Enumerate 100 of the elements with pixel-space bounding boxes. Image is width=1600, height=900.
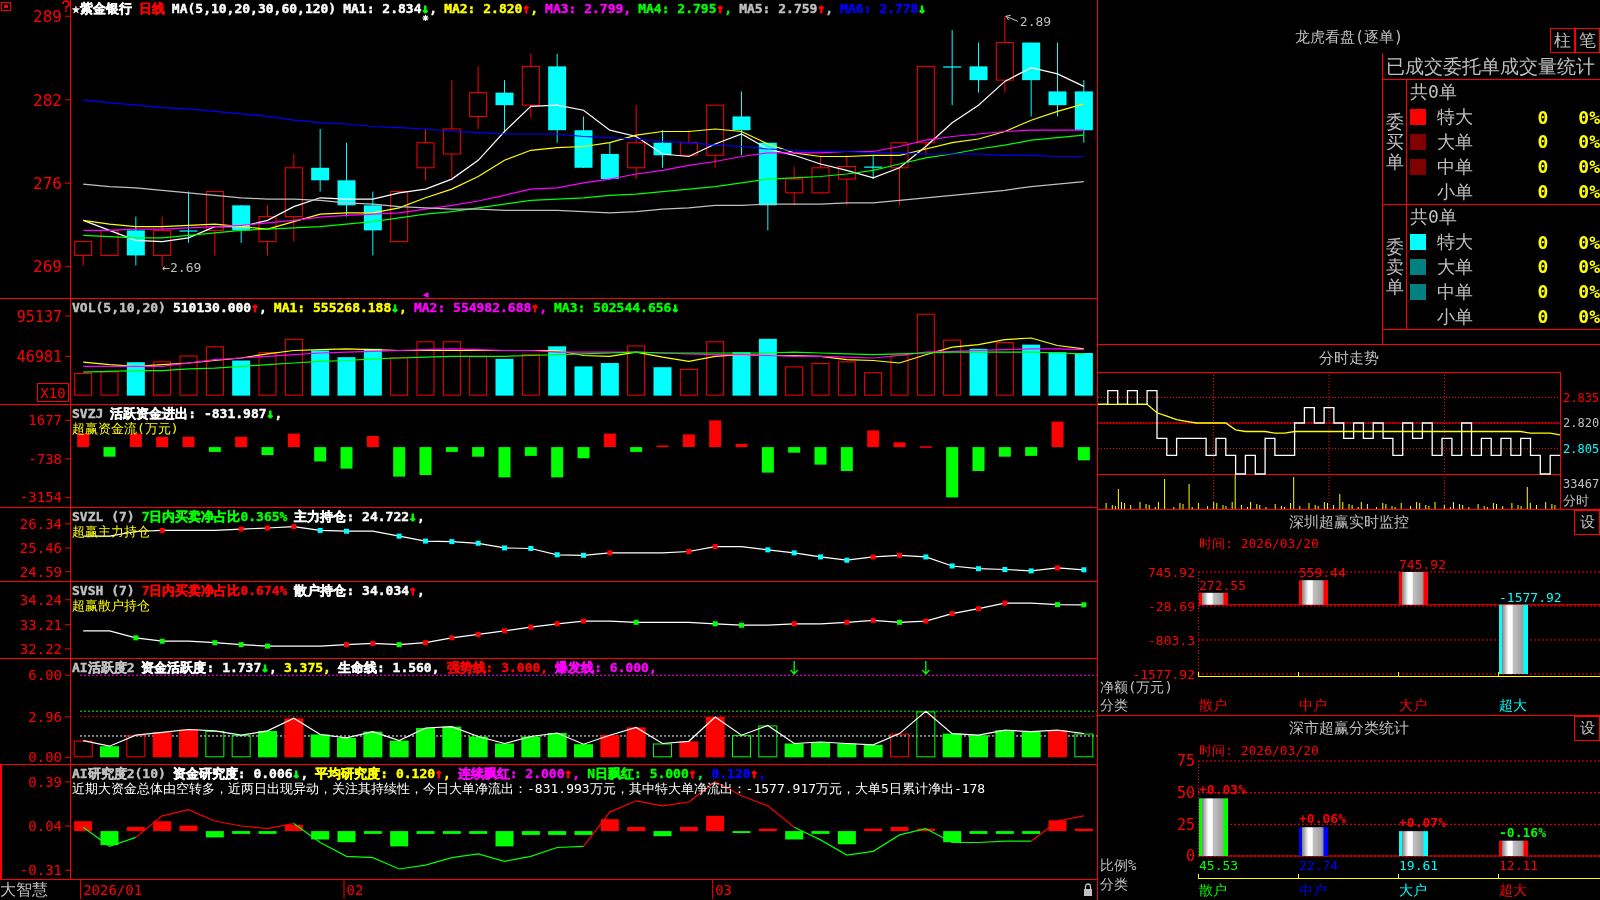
fund-flow-bar [630,447,643,452]
trend-arrow: ↓, [421,1,438,16]
arrow-icon [1005,14,1019,22]
data-point [870,554,876,560]
view-mode-button[interactable]: 笔 [1575,28,1600,53]
value-label: 745.92 [1399,557,1446,572]
trend-arrow: ↑, [716,1,733,16]
volume-bar [1074,353,1093,396]
candlestick [837,154,856,206]
lock-icon[interactable] [1084,883,1092,896]
order-size-label: 大单 [1437,255,1473,279]
legend-item: MA1: 555268.188 [273,300,392,315]
trend-arrow: ↓, [292,766,309,781]
help-icon[interactable] [62,0,70,13]
fund-flow-bar [972,447,985,471]
data-point [528,624,534,630]
activity-bar [363,731,383,758]
research-bar [706,815,725,832]
window-icon[interactable] [1,2,11,11]
axis-label: 26.34 [19,515,62,532]
research-bar [179,825,198,832]
fund-flow-bar [840,447,853,471]
research-bar [126,826,145,832]
fund-flow-bar [235,436,248,448]
candlestick [785,166,804,206]
axis-label: 25 [1176,815,1195,834]
fund-flow-bar [419,447,432,475]
data-point [844,619,850,625]
settings-button[interactable]: 设 [1574,510,1600,535]
fund-flow-bar [103,447,116,457]
settings-button[interactable]: 设 [1574,716,1600,741]
candlestick [416,128,435,181]
fund-flow-bar [788,447,801,453]
section-title: 深市超赢分类统计 [1289,719,1409,738]
activity-bar [389,740,409,758]
order-percent: 0% [1578,256,1600,278]
volume-bar [153,361,172,396]
legend-item: 爆发线: 6.000, [555,660,657,675]
data-point [1081,567,1087,573]
activity-bar [152,732,172,758]
volume-bar [495,358,514,396]
data-point [791,621,797,627]
activity-bar [100,746,119,758]
activity-bar [732,735,751,758]
change-label: +0.06% [1299,811,1346,827]
order-percent: 0% [1578,156,1600,178]
order-count: 0 [1537,281,1549,303]
data-point [291,524,297,530]
order-size-label: 小单 [1437,179,1473,204]
low-price-label: ←2.69 [162,259,202,275]
research-bar [943,831,962,843]
change-label: -0.16% [1499,824,1546,840]
activity-bar [653,743,672,758]
volume-bar [758,338,777,396]
candlestick [679,129,698,156]
trend-arrow: ↓ [671,300,680,315]
candlestick [100,229,119,256]
fund-flow-bar [472,447,485,457]
data-point [159,527,165,533]
volume-bar [469,356,488,396]
activity-bar [547,732,567,758]
value-label: 19.61 [1399,858,1439,873]
volume-bar [574,366,593,396]
activity-bar [521,736,541,758]
arrow-down-icon [921,660,930,675]
data-point [976,566,981,572]
time-label: 时间: 2026/03/20 [1199,743,1319,758]
indicator-title: 超赢散户持仓 [72,599,150,612]
volume-bar [363,348,382,396]
category-label: 中户 [1299,697,1327,713]
data-point [238,642,244,648]
data-point [923,618,929,624]
research-bar [679,826,698,832]
activity-bar [416,728,435,758]
research-bar [311,831,330,840]
activity-bar [1074,733,1094,758]
data-point [423,640,428,646]
view-mode-button[interactable]: 柱 [1550,28,1575,53]
bar [1499,604,1528,674]
candlestick [495,79,514,132]
value-label: 559.44 [1299,565,1346,581]
research-bar [495,831,514,847]
legend-item: 主力持仓: 24.722 [294,509,410,524]
volume-bar [337,357,356,396]
axis-label: 2.835 [1563,390,1600,405]
candlestick [126,216,145,266]
volume-bar [232,360,251,396]
axis-label: 269 [33,257,62,277]
fund-flow-bar [867,430,880,448]
axis-label: 289 [33,7,62,27]
activity-bar [442,726,462,758]
candlestick [311,128,330,193]
fund-flow-bar [998,447,1011,457]
data-point [818,554,823,560]
legend-item: N日飘红: 5.000 [587,766,689,781]
category-label: 散户 [1199,882,1227,898]
activity-bar [231,735,251,758]
trend-arrow: ↓, [266,406,283,421]
data-point [897,619,902,625]
bar [1199,798,1228,856]
